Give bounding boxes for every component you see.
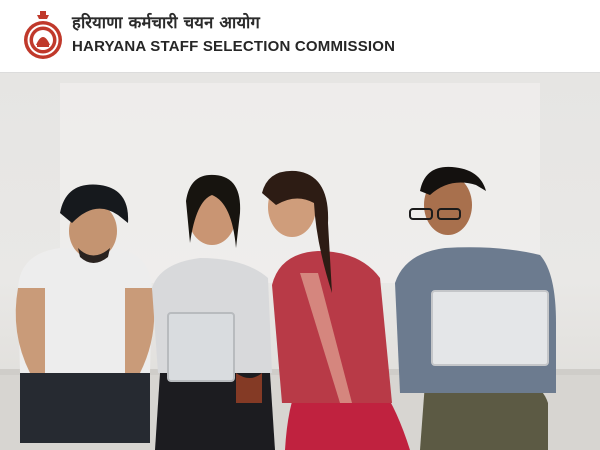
site-header: हरियाणा कर्मचारी चयन आयोग HARYANA STAFF …: [0, 0, 600, 73]
site-title-hindi: हरियाणा कर्मचारी चयन आयोग: [72, 13, 260, 32]
site-title-english: HARYANA STAFF SELECTION COMMISSION: [72, 38, 396, 55]
haryana-emblem-icon[interactable]: [22, 11, 64, 61]
hero-photo: [0, 73, 600, 450]
